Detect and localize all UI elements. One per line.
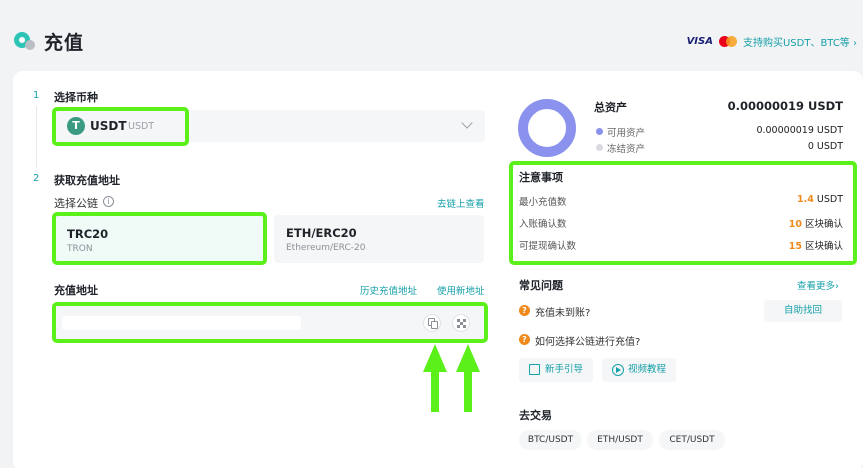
available-value: 0.00000019 USDT	[756, 125, 843, 136]
frozen-value: 0 USDT	[807, 141, 843, 152]
step-2-number: 2	[33, 173, 40, 184]
arrival-confirm-value: 10 区块确认	[788, 219, 843, 230]
chain-option-erc20[interactable]: ETH/ERC20 Ethereum/ERC-20	[274, 215, 484, 263]
video-tutorial-label: 视频教程	[628, 364, 667, 375]
min-deposit-label: 最小充值数	[519, 197, 567, 208]
asset-donut-chart	[518, 99, 576, 157]
notes-title: 注意事项	[519, 171, 563, 184]
question-icon: ?	[519, 334, 530, 345]
faq-more-link[interactable]: 查看更多›	[797, 278, 839, 292]
trade-pair-btc-usdt[interactable]: BTC/USDT	[519, 430, 582, 450]
highlight-address	[52, 302, 488, 343]
beginner-guide-button[interactable]: 新手引导	[519, 358, 593, 382]
payment-methods[interactable]: VISA 支持购买USDT、BTC等 ›	[687, 34, 857, 49]
explorer-link[interactable]: 去链上查看	[437, 196, 485, 210]
available-label: 可用资产	[607, 128, 646, 139]
faq-item-choose-chain[interactable]: 如何选择公链进行充值?	[535, 333, 640, 348]
book-icon	[529, 364, 540, 375]
page-title: 充值	[44, 32, 85, 54]
step-1-title: 选择币种	[54, 91, 98, 104]
chain-option-subtitle: Ethereum/ERC-20	[286, 243, 366, 253]
withdraw-confirm-label: 可提现确认数	[519, 241, 577, 252]
highlight-coin	[52, 107, 189, 146]
faq-item-not-arrived[interactable]: 充值未到账?	[535, 304, 590, 319]
arrival-confirm-label: 入账确认数	[519, 219, 567, 230]
withdraw-confirm-value: 15 区块确认	[788, 241, 843, 252]
trade-title: 去交易	[519, 409, 552, 422]
chain-option-title: ETH/ERC20	[286, 226, 357, 240]
frozen-dot-icon	[596, 144, 603, 151]
play-icon	[612, 364, 624, 376]
min-deposit-value: 1.4 USDT	[797, 194, 843, 205]
trade-pair-cet-usdt[interactable]: CET/USDT	[659, 430, 725, 450]
trade-pair-eth-usdt[interactable]: ETH/USDT	[587, 430, 653, 450]
asset-total: 0.00000019 USDT	[727, 99, 843, 113]
self-recover-button[interactable]: 自助找回	[764, 300, 842, 322]
beginner-guide-label: 新手引导	[545, 364, 584, 375]
address-label: 充值地址	[54, 284, 98, 297]
available-dot-icon	[596, 128, 603, 135]
history-address-link[interactable]: 历史充值地址	[360, 283, 417, 297]
video-tutorial-button[interactable]: 视频教程	[602, 358, 676, 382]
question-icon: ?	[519, 305, 530, 316]
asset-title: 总资产	[594, 101, 627, 114]
step-2-title: 获取充值地址	[54, 174, 120, 187]
page-header: 充值 VISA 支持购买USDT、BTC等 ›	[0, 0, 863, 72]
step-1-number: 1	[33, 90, 40, 101]
logo-icon	[14, 32, 36, 50]
chain-label: 选择公链	[54, 197, 98, 210]
arrow-up-icon	[423, 344, 480, 412]
mastercard-icon	[718, 36, 737, 47]
buy-crypto-link[interactable]: 支持购买USDT、BTC等 ›	[743, 34, 857, 49]
highlight-chain	[52, 212, 267, 265]
chevron-down-icon	[461, 117, 473, 129]
faq-title: 常见问题	[519, 279, 563, 292]
info-icon[interactable]: i	[103, 196, 114, 207]
visa-logo: VISA	[686, 36, 713, 47]
frozen-label: 冻结资产	[607, 144, 646, 155]
step-line	[36, 106, 37, 168]
new-address-link[interactable]: 使用新地址	[437, 283, 485, 297]
